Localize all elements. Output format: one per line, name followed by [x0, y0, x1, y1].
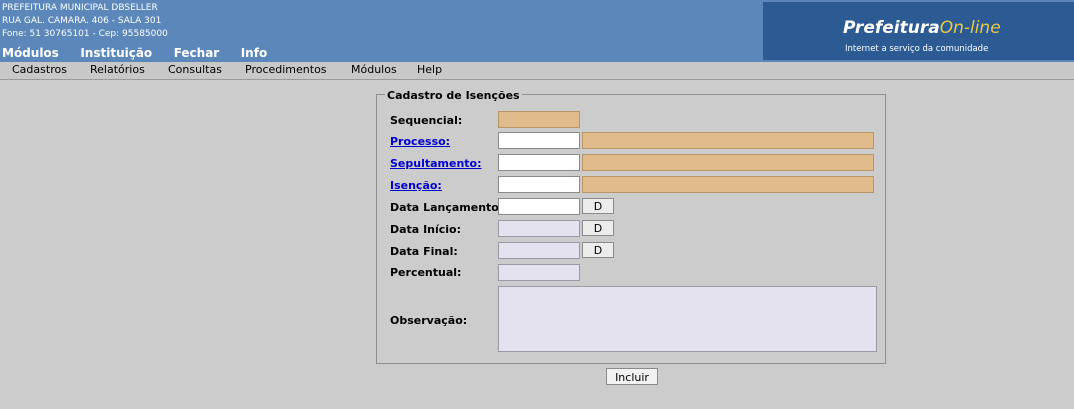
- prefeitura-online-logo: PrefeituraOn-line Internet a serviço da …: [763, 2, 1074, 60]
- top-menu-modulos[interactable]: Módulos: [2, 46, 59, 60]
- sepultamento-link[interactable]: Sepultamento:: [390, 157, 482, 170]
- top-menu-instituicao[interactable]: Instituição: [80, 46, 152, 60]
- sequencial-input[interactable]: [498, 111, 580, 128]
- top-menu-info[interactable]: Info: [241, 46, 267, 60]
- processo-input[interactable]: [498, 132, 580, 149]
- percentual-label: Percentual:: [390, 266, 462, 279]
- org-name: PREFEITURA MUNICIPAL DBSELLER: [2, 3, 158, 13]
- data-inicio-date-button[interactable]: D: [582, 220, 614, 236]
- data-final-input[interactable]: [498, 242, 580, 259]
- menu-bar: Cadastros Relatórios Consultas Procedime…: [0, 62, 1074, 80]
- isencao-link[interactable]: Isenção:: [390, 179, 442, 192]
- data-lancamento-label: Data Lançamento:: [390, 201, 504, 214]
- processo-description-field: [582, 132, 874, 149]
- data-inicio-label: Data Início:: [390, 223, 462, 236]
- sequencial-label: Sequencial:: [390, 114, 463, 127]
- menu-help[interactable]: Help: [417, 63, 442, 76]
- data-inicio-input[interactable]: [498, 220, 580, 237]
- org-address: RUA GAL. CAMARA. 406 - SALA 301: [2, 16, 162, 26]
- isencao-input[interactable]: [498, 176, 580, 193]
- menu-modulos[interactable]: Módulos: [351, 63, 397, 76]
- data-lancamento-date-button[interactable]: D: [582, 198, 614, 214]
- isencao-description-field: [582, 176, 874, 193]
- sepultamento-description-field: [582, 154, 874, 171]
- processo-link[interactable]: Processo:: [390, 135, 450, 148]
- top-menu-fechar[interactable]: Fechar: [174, 46, 220, 60]
- observacao-textarea[interactable]: [498, 286, 877, 352]
- data-lancamento-input[interactable]: [498, 198, 580, 215]
- incluir-button[interactable]: Incluir: [606, 368, 658, 385]
- logo-brand-suffix: On-line: [939, 18, 1001, 38]
- data-final-label: Data Final:: [390, 245, 458, 258]
- top-menu: Módulos Instituição Fechar Info: [2, 46, 285, 60]
- menu-cadastros[interactable]: Cadastros: [12, 63, 67, 76]
- header-banner: PREFEITURA MUNICIPAL DBSELLER RUA GAL. C…: [0, 0, 1074, 62]
- logo-tagline: Internet a serviço da comunidade: [845, 44, 989, 54]
- menu-consultas[interactable]: Consultas: [168, 63, 222, 76]
- menu-relatorios[interactable]: Relatórios: [90, 63, 145, 76]
- sepultamento-input[interactable]: [498, 154, 580, 171]
- percentual-input[interactable]: [498, 264, 580, 281]
- data-final-date-button[interactable]: D: [582, 242, 614, 258]
- org-contact: Fone: 51 30765101 - Cep: 95585000: [2, 29, 168, 39]
- cadastro-isencoes-fieldset: Cadastro de Isenções Sequencial: Process…: [376, 89, 886, 364]
- menu-procedimentos[interactable]: Procedimentos: [245, 63, 327, 76]
- logo-brand: PrefeituraOn-line: [843, 18, 1001, 38]
- fieldset-legend: Cadastro de Isenções: [385, 89, 522, 102]
- logo-brand-text: Prefeitura: [843, 18, 940, 38]
- org-info: PREFEITURA MUNICIPAL DBSELLER RUA GAL. C…: [2, 2, 168, 41]
- observacao-label: Observação:: [390, 314, 468, 327]
